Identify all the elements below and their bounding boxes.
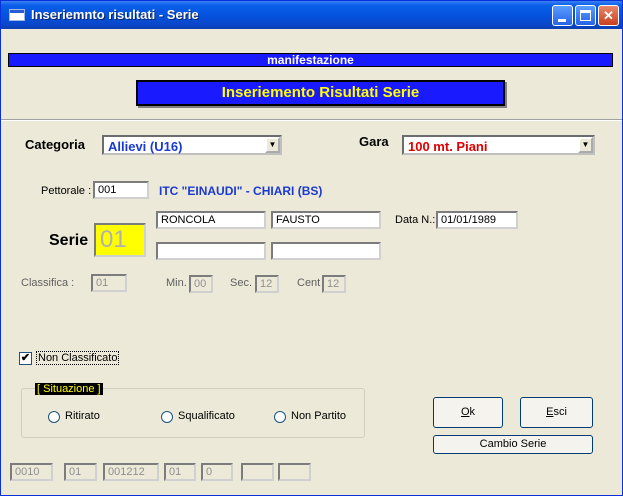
- window-icon: [9, 9, 25, 21]
- close-icon: ✕: [603, 8, 614, 23]
- squalificato-label[interactable]: Squalificato: [178, 410, 235, 422]
- title-bar: Inseriemnto risultati - Serie ✕: [1, 1, 622, 29]
- sec-label: Sec.: [230, 277, 253, 289]
- maximize-icon: [580, 10, 591, 21]
- extra-input-2[interactable]: [271, 242, 381, 260]
- serie-number[interactable]: 01: [94, 223, 146, 257]
- gara-select[interactable]: 100 mt. Piani ▼: [402, 135, 595, 155]
- min-input[interactable]: 00: [189, 275, 213, 293]
- maximize-button[interactable]: [575, 5, 596, 26]
- cambio-serie-button[interactable]: Cambio Serie: [433, 435, 593, 454]
- status-field-1: 0010: [10, 463, 53, 481]
- non-partito-radio[interactable]: [274, 411, 286, 423]
- school-name: ITC "EINAUDI" - CHIARI (BS): [159, 184, 323, 198]
- pettorale-label: Pettorale :: [41, 185, 92, 197]
- dropdown-arrow-icon[interactable]: ▼: [578, 137, 593, 153]
- categoria-value: Allievi (U16): [108, 139, 183, 154]
- cent-input[interactable]: 12: [322, 275, 346, 293]
- data-nascita-label: Data N.:: [395, 214, 436, 226]
- header-banner: Inseriemento Risultati Serie: [136, 80, 505, 106]
- status-field-7: [278, 463, 311, 481]
- status-field-2: 01: [64, 463, 97, 481]
- cognome-input[interactable]: RONCOLA: [156, 211, 266, 229]
- dropdown-arrow-icon[interactable]: ▼: [265, 137, 280, 153]
- results-window: Inseriemnto risultati - Serie ✕ manifest…: [0, 0, 623, 496]
- status-field-3: 001212: [103, 463, 159, 481]
- non-partito-label[interactable]: Non Partito: [291, 410, 346, 422]
- window-title: Inseriemnto risultati - Serie: [31, 7, 199, 22]
- serie-label: Serie: [49, 232, 89, 249]
- categoria-label: Categoria: [25, 137, 85, 152]
- minimize-button[interactable]: [552, 5, 573, 26]
- status-field-5: 0: [201, 463, 233, 481]
- classifica-label: Classifica :: [21, 277, 75, 289]
- minimize-icon: [558, 19, 566, 22]
- ritirato-radio[interactable]: [48, 411, 60, 423]
- separator: [1, 119, 622, 121]
- gara-value: 100 mt. Piani: [408, 139, 488, 154]
- situazione-title: [ Situazione ]: [35, 383, 103, 395]
- squalificato-radio[interactable]: [161, 411, 173, 423]
- sec-input[interactable]: 12: [255, 275, 279, 293]
- close-button[interactable]: ✕: [598, 5, 619, 26]
- nome-input[interactable]: FAUSTO: [271, 211, 381, 229]
- non-classificato-checkbox[interactable]: ✔: [19, 352, 32, 365]
- non-classificato-label[interactable]: Non Classificato: [36, 351, 120, 365]
- categoria-select[interactable]: Allievi (U16) ▼: [102, 135, 282, 155]
- gara-label: Gara: [359, 134, 389, 149]
- min-label: Min.: [166, 277, 187, 289]
- cent-label: Cent: [297, 277, 321, 289]
- extra-input-1[interactable]: [156, 242, 266, 260]
- ritirato-label[interactable]: Ritirato: [65, 410, 100, 422]
- ok-rest: k: [469, 406, 476, 418]
- status-field-4: 01: [164, 463, 196, 481]
- manifestation-bar: manifestazione: [8, 53, 613, 67]
- esci-rest: sci: [553, 406, 567, 418]
- status-field-6: [241, 463, 274, 481]
- data-nascita-input[interactable]: 01/01/1989: [436, 211, 518, 229]
- esci-button[interactable]: Esci: [520, 397, 593, 428]
- classifica-input[interactable]: 01: [91, 274, 127, 292]
- ok-button[interactable]: Ok: [433, 397, 503, 428]
- pettorale-input[interactable]: 001: [93, 181, 149, 199]
- ok-mnemonic: O: [460, 406, 470, 418]
